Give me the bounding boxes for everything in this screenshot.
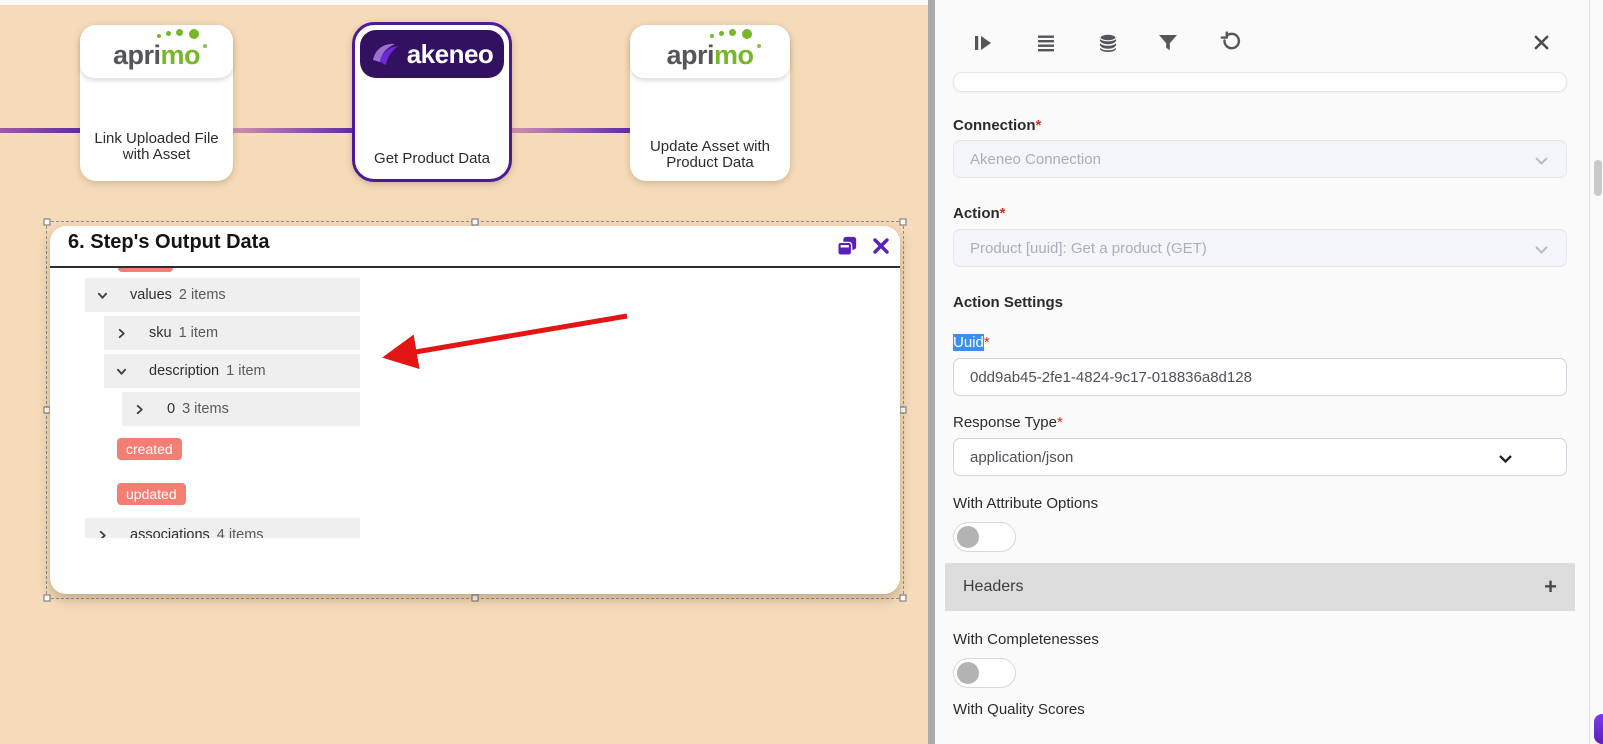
uuid-label: Uuid*	[953, 334, 990, 351]
add-header-button[interactable]: +	[1544, 574, 1557, 600]
node-label: Get Product Data	[355, 151, 509, 167]
with-attribute-options-toggle[interactable]	[953, 522, 1016, 552]
step-inspector-panel: Connection* Akeneo Connection Action* Pr…	[935, 0, 1603, 744]
toggle-knob	[957, 526, 979, 548]
with-completenesses-toggle[interactable]	[953, 658, 1016, 688]
headers-section[interactable]: Headers +	[945, 563, 1575, 611]
close-icon[interactable]	[872, 237, 890, 255]
response-type-select[interactable]: application/json	[953, 438, 1567, 476]
selection-handle[interactable]	[472, 595, 479, 602]
workflow-node-update-asset[interactable]: aprimo Update Asset with Product Data	[630, 25, 790, 181]
step-output-data-panel[interactable]: 6. Step's Output Data values 2 items sku…	[50, 226, 900, 594]
undo-icon[interactable]	[1218, 31, 1242, 55]
run-from-step-icon[interactable]	[971, 31, 995, 55]
with-completenesses-label: With Completenesses	[953, 631, 1099, 648]
response-type-label: Response Type*	[953, 414, 1063, 431]
aprimo-logo: aprimo	[630, 25, 790, 78]
connector-line	[510, 128, 632, 133]
node-label: Link Uploaded File with Asset	[80, 131, 233, 163]
action-settings-heading: Action Settings	[953, 294, 1063, 311]
clipped-input-field[interactable]	[953, 72, 1567, 92]
connection-label: Connection*	[953, 117, 1041, 134]
scrollbar-track	[1589, 0, 1590, 744]
with-attribute-options-label: With Attribute Options	[953, 495, 1098, 512]
canvas-top-strip	[0, 0, 928, 5]
selection-handle[interactable]	[472, 219, 479, 226]
tree-row-sku[interactable]: sku 1 item	[104, 316, 360, 350]
chevron-right-icon[interactable]	[97, 530, 108, 539]
with-quality-scores-label: With Quality Scores	[953, 701, 1085, 718]
tree-row-0[interactable]: 0 3 items	[122, 392, 360, 426]
toggle-knob	[957, 662, 979, 684]
tree-row-values[interactable]: values 2 items	[85, 278, 360, 312]
panel-title: 6. Step's Output Data	[68, 231, 269, 254]
chevron-right-icon[interactable]	[134, 404, 145, 415]
akeneo-logo: akeneo	[360, 30, 504, 78]
action-select[interactable]: Product [uuid]: Get a product (GET)	[953, 229, 1567, 267]
selection-handle[interactable]	[44, 219, 51, 226]
node-label: Update Asset with Product Data	[630, 139, 790, 171]
tree-row-associations[interactable]: associations 4 items	[85, 518, 360, 538]
selection-handle[interactable]	[900, 407, 907, 414]
clipped-corner-button[interactable]	[1594, 714, 1603, 744]
akeneo-swoosh-icon	[371, 40, 403, 68]
chevron-down-icon[interactable]	[97, 290, 108, 301]
selection-handle[interactable]	[900, 219, 907, 226]
copy-icon[interactable]	[836, 235, 858, 257]
selection-handle[interactable]	[900, 595, 907, 602]
list-icon[interactable]	[1034, 31, 1058, 55]
chevron-down-icon	[1497, 450, 1514, 467]
close-panel-icon[interactable]	[1533, 34, 1550, 51]
aprimo-logo: aprimo	[80, 25, 233, 78]
chevron-down-icon	[1533, 241, 1550, 258]
value-badge-updated: updated	[117, 483, 186, 505]
workflow-node-link-uploaded-file[interactable]: aprimo Link Uploaded File with Asset	[80, 25, 233, 181]
value-badge-created: created	[117, 438, 182, 460]
scrollbar-thumb[interactable]	[1594, 160, 1602, 196]
connector-line	[231, 128, 354, 133]
chevron-down-icon[interactable]	[116, 366, 127, 377]
workflow-canvas[interactable]: aprimo Link Uploaded File with Asset ake…	[0, 0, 928, 744]
panel-divider-bar[interactable]	[928, 0, 935, 744]
filter-icon[interactable]	[1156, 31, 1180, 55]
workflow-node-get-product-data[interactable]: akeneo Get Product Data	[352, 22, 512, 182]
chevron-down-icon	[1533, 152, 1550, 169]
selection-handle[interactable]	[44, 595, 51, 602]
tree-row-description[interactable]: description 1 item	[104, 354, 360, 388]
json-tree-viewport[interactable]: values 2 items sku 1 item description 1 …	[50, 268, 900, 538]
chevron-right-icon[interactable]	[116, 328, 127, 339]
connection-select[interactable]: Akeneo Connection	[953, 140, 1567, 178]
clipped-badge	[118, 268, 173, 272]
connector-line	[0, 128, 82, 133]
uuid-input[interactable]: 0dd9ab45-2fe1-4824-9c17-018836a8d128	[953, 358, 1567, 396]
database-icon[interactable]	[1096, 31, 1120, 55]
action-label: Action*	[953, 205, 1006, 222]
